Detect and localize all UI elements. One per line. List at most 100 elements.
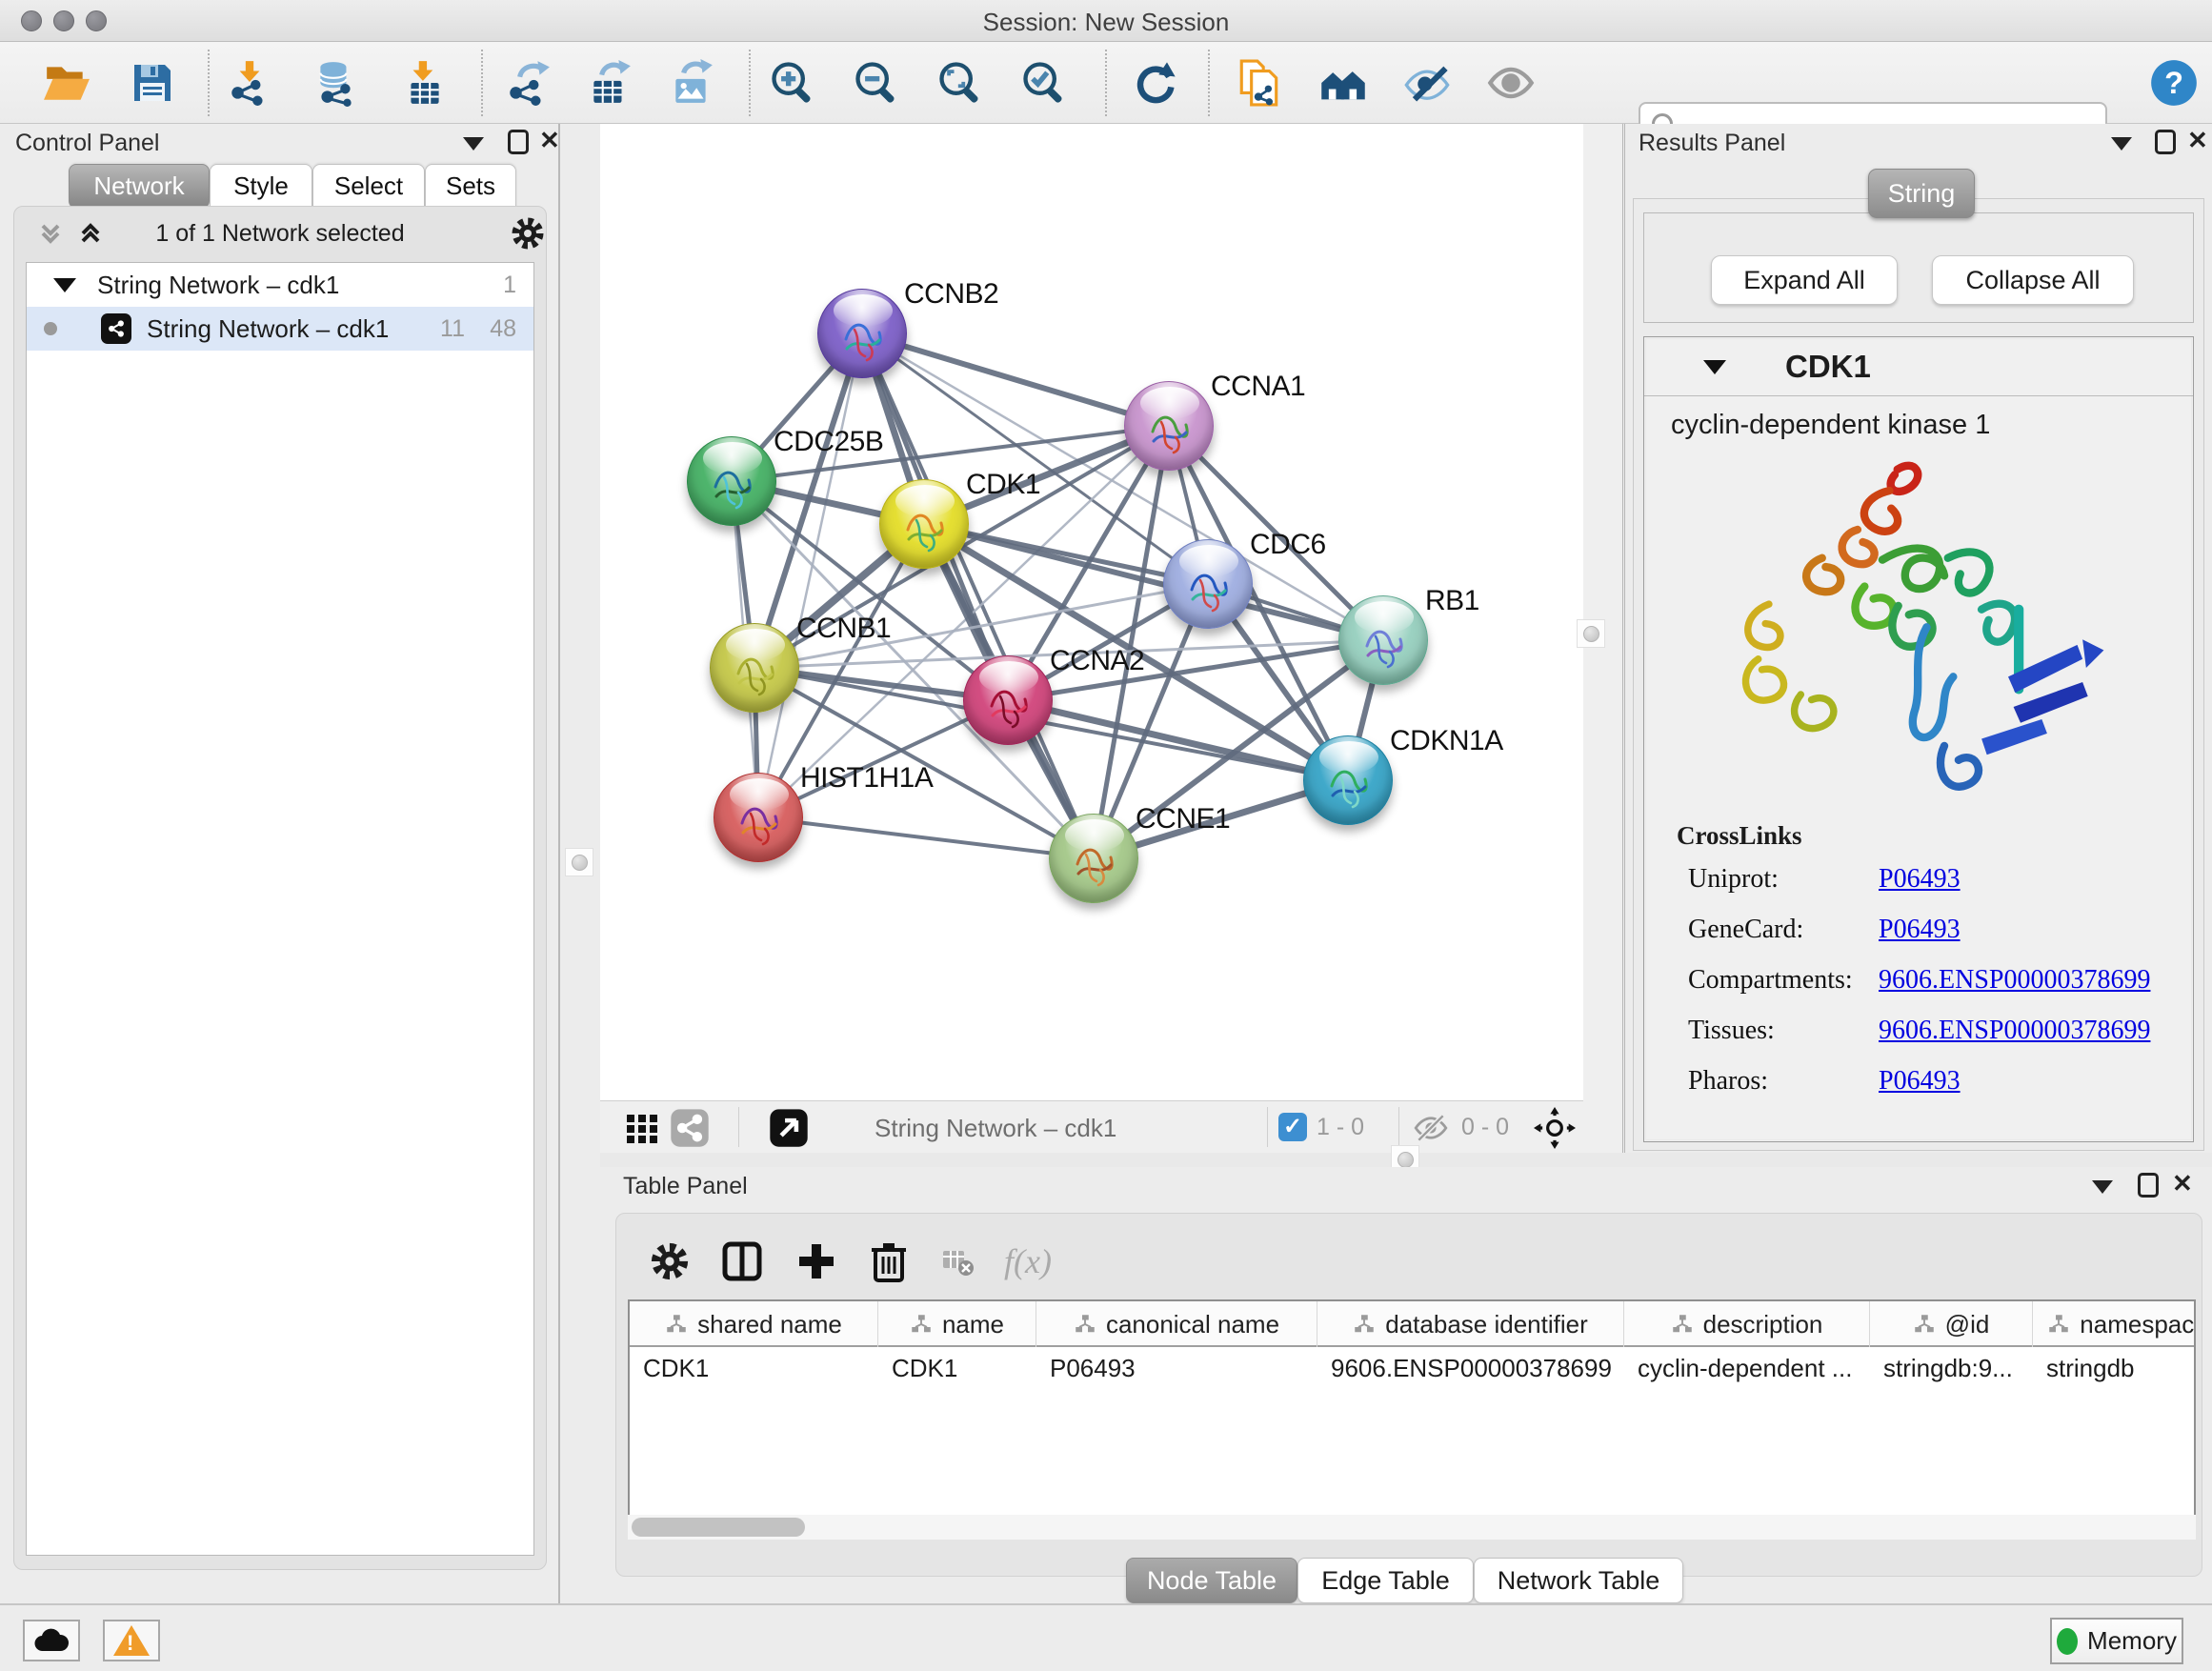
help-button[interactable]: ? bbox=[2149, 58, 2199, 108]
close-panel-icon[interactable]: ✕ bbox=[2187, 128, 2208, 152]
table-cell[interactable]: stringdb bbox=[2033, 1347, 2196, 1389]
network-node-CCNE1[interactable] bbox=[1049, 814, 1138, 903]
network-label: String Network – cdk1 bbox=[147, 314, 389, 344]
network-row[interactable]: String Network – cdk1 11 48 bbox=[27, 307, 533, 351]
network-edge-CCNB2-HIST1H1A[interactable] bbox=[758, 333, 862, 817]
crosslink-label: Compartments: bbox=[1688, 965, 1879, 996]
column-header-description[interactable]: description bbox=[1624, 1301, 1870, 1347]
gene-card-header[interactable]: CDK1 bbox=[1644, 337, 2193, 396]
tree-expand-icon[interactable] bbox=[53, 278, 76, 292]
tab-sets[interactable]: Sets bbox=[425, 164, 516, 209]
table-cell[interactable]: CDK1 bbox=[630, 1347, 878, 1389]
import-table-file-button[interactable] bbox=[400, 58, 450, 108]
tab-string[interactable]: String bbox=[1868, 169, 1975, 218]
column-header-shared-name[interactable]: shared name bbox=[630, 1301, 878, 1347]
birds-eye-view-button[interactable] bbox=[764, 1103, 814, 1153]
table-cell[interactable]: 9606.ENSP00000378699 bbox=[1317, 1347, 1624, 1389]
export-table-button[interactable] bbox=[585, 58, 634, 108]
column-header-database-identifier[interactable]: database identifier bbox=[1317, 1301, 1624, 1347]
zoom-in-button[interactable] bbox=[768, 58, 817, 108]
splitter-handle[interactable] bbox=[565, 848, 593, 876]
crosslink-tissues-link[interactable]: 9606.ENSP00000378699 bbox=[1879, 1016, 2150, 1046]
panel-splitter-left[interactable] bbox=[560, 124, 600, 1603]
float-panel-icon[interactable] bbox=[2155, 130, 2176, 154]
collapse-entry-icon[interactable] bbox=[1703, 360, 1726, 374]
column-header-canonical-name[interactable]: canonical name bbox=[1036, 1301, 1317, 1347]
expand-all-button[interactable]: Expand All bbox=[1711, 255, 1898, 305]
network-edge-CCNB2-CCNA1[interactable] bbox=[862, 333, 1169, 426]
network-collection-row[interactable]: String Network – cdk1 1 bbox=[27, 263, 533, 307]
delete-column-button[interactable] bbox=[862, 1235, 915, 1288]
network-edge-HIST1H1A-CCNE1[interactable] bbox=[758, 817, 1094, 858]
crosslink-pharos-link[interactable]: P06493 bbox=[1879, 1066, 1961, 1097]
network-node-RB1[interactable] bbox=[1338, 595, 1428, 685]
network-node-CCNB1[interactable] bbox=[710, 623, 799, 713]
first-neighbors-button[interactable] bbox=[1318, 58, 1368, 108]
table-settings-button[interactable] bbox=[643, 1235, 696, 1288]
gear-icon[interactable] bbox=[510, 215, 546, 252]
collapse-panel-icon[interactable] bbox=[2092, 1180, 2113, 1194]
zoom-selected-button[interactable] bbox=[1019, 58, 1069, 108]
collapse-panel-icon[interactable] bbox=[463, 137, 484, 151]
column-header-namespace[interactable]: namespace bbox=[2033, 1301, 2196, 1347]
new-network-from-selection-button[interactable] bbox=[1235, 58, 1284, 108]
column-header-@id[interactable]: @id bbox=[1870, 1301, 2033, 1347]
column-header-name[interactable]: name bbox=[878, 1301, 1036, 1347]
tab-edge-table[interactable]: Edge Table bbox=[1297, 1558, 1474, 1603]
panel-splitter-right[interactable] bbox=[1583, 124, 1625, 1158]
zoom-fit-button[interactable] bbox=[935, 58, 985, 108]
apply-layout-button[interactable] bbox=[1130, 58, 1179, 108]
show-columns-button[interactable] bbox=[715, 1235, 769, 1288]
cloud-status-button[interactable] bbox=[23, 1620, 80, 1661]
grid-view-button[interactable] bbox=[617, 1103, 667, 1153]
import-network-database-button[interactable] bbox=[311, 58, 360, 108]
network-node-CDC25B[interactable] bbox=[687, 436, 776, 526]
table-cell[interactable]: stringdb:9... bbox=[1870, 1347, 2033, 1389]
open-session-button[interactable] bbox=[42, 58, 91, 108]
tab-style[interactable]: Style bbox=[210, 164, 312, 209]
table-cell[interactable]: CDK1 bbox=[878, 1347, 1036, 1389]
tab-network[interactable]: Network bbox=[69, 164, 210, 209]
close-panel-icon[interactable]: ✕ bbox=[2172, 1171, 2193, 1196]
network-node-HIST1H1A[interactable] bbox=[714, 773, 803, 862]
collapse-all-button[interactable]: Collapse All bbox=[1932, 255, 2134, 305]
close-panel-icon[interactable]: ✕ bbox=[539, 128, 560, 152]
save-session-button[interactable] bbox=[128, 58, 177, 108]
float-panel-icon[interactable] bbox=[508, 130, 529, 154]
scrollbar-thumb[interactable] bbox=[632, 1518, 805, 1537]
network-node-CCNA2[interactable] bbox=[963, 655, 1053, 745]
string-view-button[interactable] bbox=[665, 1103, 714, 1153]
hidden-nodes-edges-count: 0 - 0 bbox=[1461, 1114, 1509, 1141]
crosslink-compartments-link[interactable]: 9606.ENSP00000378699 bbox=[1879, 965, 2150, 996]
tab-select[interactable]: Select bbox=[312, 164, 425, 209]
network-node-CCNB2[interactable] bbox=[817, 289, 907, 378]
column-label: namespace bbox=[2080, 1310, 2196, 1339]
network-node-CDKN1A[interactable] bbox=[1303, 735, 1393, 825]
warnings-button[interactable] bbox=[103, 1620, 160, 1661]
network-node-CCNA1[interactable] bbox=[1124, 381, 1214, 471]
memory-button[interactable]: Memory bbox=[2050, 1618, 2183, 1664]
export-image-button[interactable] bbox=[667, 58, 716, 108]
crosslink-uniprot-link[interactable]: P06493 bbox=[1879, 864, 1961, 895]
table-panel-splitter[interactable] bbox=[600, 1153, 2212, 1167]
table-cell[interactable]: cyclin-dependent ... bbox=[1624, 1347, 1870, 1389]
create-column-button[interactable] bbox=[790, 1235, 843, 1288]
hide-selection-button[interactable] bbox=[1402, 58, 1452, 108]
tab-node-table[interactable]: Node Table bbox=[1126, 1558, 1297, 1603]
float-panel-icon[interactable] bbox=[2138, 1173, 2159, 1198]
network-node-CDK1[interactable] bbox=[879, 479, 969, 569]
pan-crosshair-button[interactable] bbox=[1530, 1103, 1579, 1153]
tab-network-table[interactable]: Network Table bbox=[1474, 1558, 1683, 1603]
network-node-CDC6[interactable] bbox=[1163, 539, 1253, 629]
export-network-button[interactable] bbox=[503, 58, 553, 108]
crosslink-genecard-link[interactable]: P06493 bbox=[1879, 915, 1961, 945]
horizontal-scrollbar[interactable] bbox=[628, 1515, 2196, 1540]
selected-checkbox-icon[interactable]: ✓ bbox=[1278, 1113, 1307, 1141]
protein-thumbnail-icon bbox=[704, 456, 761, 513]
table-cell[interactable]: P06493 bbox=[1036, 1347, 1317, 1389]
splitter-handle[interactable] bbox=[1577, 619, 1605, 648]
network-view[interactable]: CCNB2 CCNA1 CDC25B CDK1 CDC6 RB1 CCNB1 C… bbox=[600, 124, 1583, 1100]
import-network-file-button[interactable] bbox=[225, 58, 274, 108]
collapse-panel-icon[interactable] bbox=[2111, 137, 2132, 151]
zoom-out-button[interactable] bbox=[852, 58, 901, 108]
